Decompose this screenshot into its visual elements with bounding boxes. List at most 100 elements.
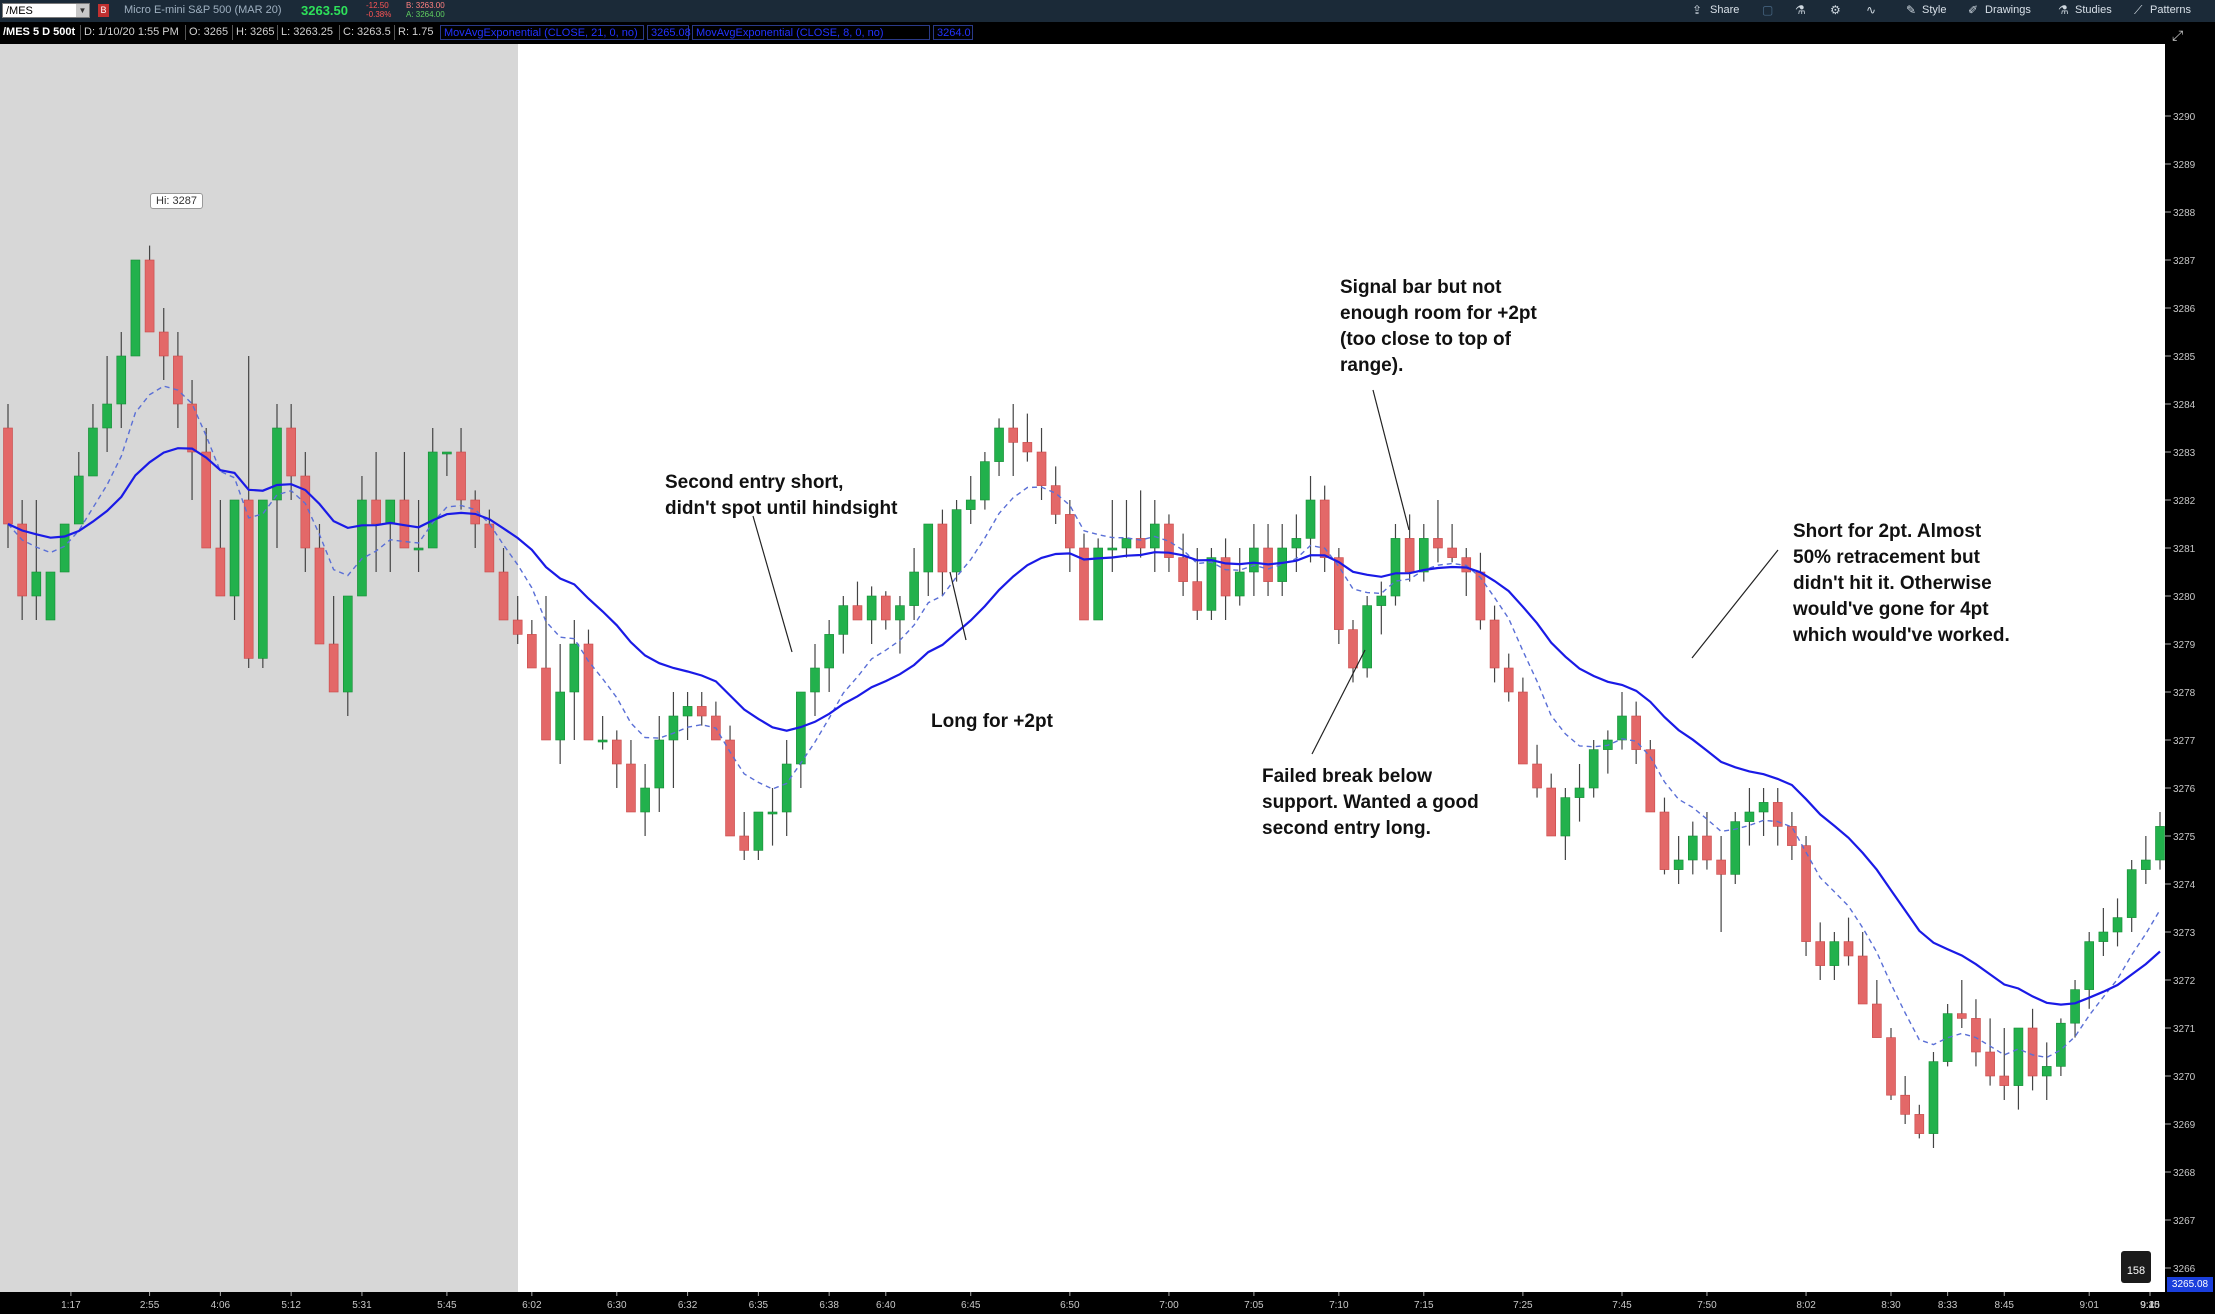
candle-down — [1447, 547, 1457, 558]
candle-down — [215, 547, 226, 597]
annotation-long-2pt: Long for +2pt — [931, 711, 1053, 732]
price-tick-label: 3289 — [2173, 160, 2196, 171]
candle-down — [1787, 826, 1797, 846]
candle-down — [1404, 538, 1415, 573]
candle-down — [1503, 667, 1514, 693]
candle-down — [1801, 845, 1811, 942]
price-tick-label: 3281 — [2173, 544, 2196, 555]
price-tick-label: 3280 — [2173, 592, 2196, 603]
candle-up — [2056, 1022, 2066, 1067]
candle-up — [569, 643, 580, 693]
candle-up — [272, 427, 282, 501]
time-tick-label: 9:01 — [2079, 1300, 2099, 1311]
candle-up — [385, 499, 396, 525]
candle-up — [413, 547, 424, 551]
candle-up — [1234, 571, 1245, 597]
candle-up — [810, 667, 820, 693]
candle-down — [158, 331, 169, 357]
candle-up — [1376, 595, 1387, 606]
annotation-signal-bar: Signal bar but not enough room for +2pt … — [1340, 277, 1537, 376]
candle-up — [668, 715, 679, 741]
time-tick-label: 6:45 — [961, 1300, 981, 1311]
time-tick-label: 7:45 — [1612, 1300, 1632, 1311]
candle-down — [1716, 859, 1726, 875]
candle-down — [456, 451, 466, 501]
price-tick-label: 3285 — [2173, 352, 2196, 363]
annotation-short-2pt: Short for 2pt. Almost 50% retracement bu… — [1793, 521, 2010, 646]
candle-up — [980, 461, 990, 501]
candle-down — [1914, 1114, 1925, 1134]
candle-up — [1758, 802, 1769, 813]
time-tick-label: 9:45 — [2140, 1300, 2160, 1311]
axis-autoscale-icon: ⤢ — [2172, 28, 2183, 44]
candle-down — [17, 523, 27, 597]
time-tick-label: 6:02 — [522, 1300, 542, 1311]
candle-down — [144, 259, 155, 333]
candle-down — [1008, 427, 1019, 443]
bar-count-badge[interactable]: 158 — [2121, 1251, 2151, 1283]
candle-up — [1362, 605, 1372, 669]
price-tick-label: 3267 — [2173, 1216, 2196, 1227]
candle-up — [1107, 547, 1118, 551]
candle-up — [1249, 547, 1259, 573]
annotation-second-entry-short: Second entry short, didn't spot until hi… — [665, 472, 898, 519]
candle-up — [427, 451, 438, 549]
candle-down — [1518, 691, 1528, 765]
candle-up — [1390, 538, 1401, 597]
candle-down — [498, 571, 509, 621]
candle-up — [2070, 989, 2080, 1024]
price-tick-label: 3279 — [2173, 640, 2196, 651]
candle-up — [1942, 1013, 1953, 1062]
candle-up — [994, 427, 1004, 462]
candle-down — [1489, 619, 1500, 669]
time-tick-label: 6:32 — [678, 1300, 698, 1311]
high-label: Hi: 3287 — [150, 193, 203, 209]
candle-down — [173, 355, 183, 405]
price-chart[interactable]: 3266 3267 3268 3269 3270 3271 3272 3273 3274 3275… — [0, 0, 2215, 1314]
candle-up — [895, 605, 905, 621]
price-tick-label: 3286 — [2173, 304, 2196, 315]
candle-up — [88, 427, 98, 477]
time-tick-label: 5:12 — [281, 1300, 301, 1311]
candle-down — [243, 499, 254, 659]
price-tick-label: 3290 — [2173, 112, 2196, 123]
candle-up — [781, 763, 792, 813]
candle-up — [838, 605, 849, 635]
candle-down — [1178, 557, 1188, 582]
candle-up — [654, 739, 665, 789]
candle-down — [1815, 941, 1826, 966]
candle-down — [484, 523, 495, 573]
time-tick-label: 7:05 — [1244, 1300, 1264, 1311]
candle-up — [2041, 1066, 2052, 1077]
candle-down — [1050, 485, 1061, 515]
candle-up — [229, 499, 240, 597]
candle-down — [1065, 514, 1075, 549]
candle-down — [286, 427, 296, 477]
candle-down — [371, 499, 381, 525]
candle-up — [951, 509, 962, 573]
candle-down — [512, 619, 523, 635]
candle-up — [1687, 835, 1698, 861]
price-tick-label: 3271 — [2173, 1024, 2196, 1035]
candle-down — [314, 547, 325, 645]
candle-up — [824, 634, 834, 669]
time-tick-label: 4:06 — [211, 1300, 231, 1311]
candle-down — [1702, 835, 1712, 861]
candle-up — [909, 571, 919, 606]
candle-down — [1872, 1003, 1882, 1038]
candle-down — [187, 403, 197, 453]
candle-up — [1829, 941, 1840, 966]
price-tick-label: 3272 — [2173, 976, 2196, 987]
price-tick-label: 3269 — [2173, 1120, 2196, 1131]
time-tick-label: 6:50 — [1060, 1300, 1080, 1311]
candle-down — [1433, 538, 1443, 549]
candle-down — [1659, 811, 1670, 870]
candle-up — [2084, 941, 2095, 990]
price-tick-label: 3287 — [2173, 256, 2196, 267]
candle-up — [640, 787, 650, 813]
candle-up — [1744, 811, 1755, 822]
candle-down — [201, 451, 212, 549]
candle-up — [597, 739, 608, 743]
candle-down — [1900, 1094, 1910, 1115]
candle-down — [1334, 557, 1344, 630]
